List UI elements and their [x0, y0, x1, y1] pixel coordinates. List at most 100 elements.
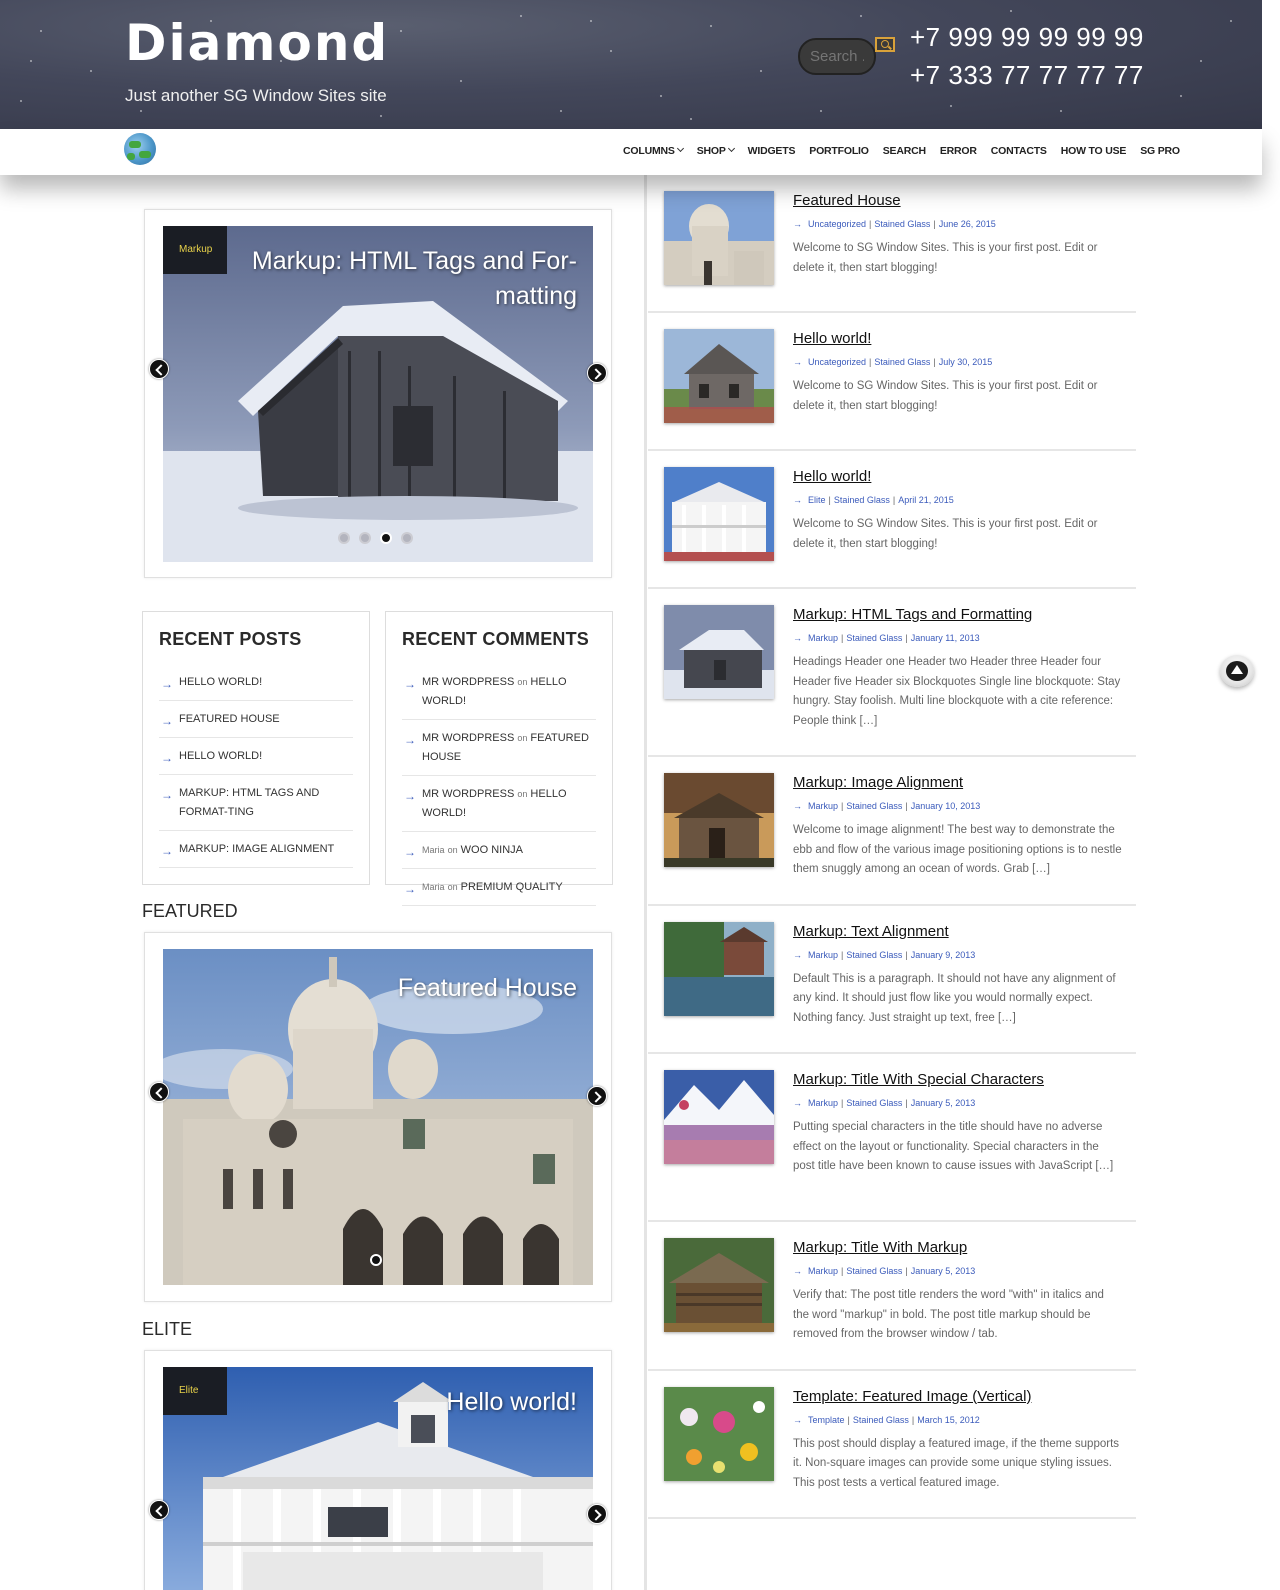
- post-thumbnail[interactable]: [664, 605, 774, 699]
- post-category-link[interactable]: Stained Glass: [846, 1266, 902, 1276]
- search-icon[interactable]: [875, 37, 895, 52]
- post-title-link[interactable]: Template: Featured Image (Vertical): [793, 1388, 1031, 1405]
- slider-prev-arrow-icon[interactable]: [149, 359, 169, 379]
- post-category-link[interactable]: Uncategorized: [808, 219, 866, 229]
- post-category-link[interactable]: Elite: [808, 495, 826, 505]
- recycle-globe-icon[interactable]: [124, 133, 156, 165]
- post-excerpt: Welcome to image alignment! The best way…: [793, 824, 1122, 875]
- slider-dot[interactable]: [380, 532, 392, 544]
- post-thumbnail[interactable]: [664, 921, 774, 1016]
- post-thumbnail[interactable]: [664, 1070, 774, 1164]
- featured-next-arrow-icon[interactable]: [587, 1086, 607, 1106]
- slider-next-arrow-icon[interactable]: [587, 363, 607, 383]
- slide-category-badge[interactable]: Elite: [163, 1367, 227, 1415]
- post-title-link[interactable]: Hello world!: [793, 468, 871, 485]
- slide-image-white-house[interactable]: Elite Hello world!: [163, 1367, 593, 1590]
- post-title-link[interactable]: Markup: Title With Special Characters: [793, 1071, 1044, 1088]
- slide-image-snow-cabin[interactable]: Markup Markup: HTML Tags and For- mattin…: [163, 226, 593, 562]
- slide-image-basilica[interactable]: Featured House: [163, 949, 593, 1285]
- post-date[interactable]: March 15, 2012: [917, 1415, 980, 1425]
- nav-item-contacts[interactable]: CONTACTS: [991, 145, 1047, 157]
- post-thumbnail[interactable]: [664, 191, 774, 285]
- comment-author[interactable]: MR WORDPRESS: [422, 676, 514, 688]
- nav-item-how-to-use[interactable]: HOW TO USE: [1061, 145, 1127, 157]
- recent-post-link[interactable]: HELLO WORLD!: [179, 676, 262, 688]
- slide-title[interactable]: Markup: HTML Tags and For- matting: [252, 244, 577, 314]
- post-title-link[interactable]: Markup: HTML Tags and Formatting: [793, 606, 1032, 623]
- featured-prev-arrow-icon[interactable]: [149, 1082, 169, 1102]
- post-title-link[interactable]: Markup: Image Alignment: [793, 774, 963, 791]
- post-category-link[interactable]: Uncategorized: [808, 357, 866, 367]
- post-date[interactable]: July 30, 2015: [939, 357, 993, 367]
- post-title-link[interactable]: Featured House: [793, 192, 901, 209]
- recent-comment-item: → Maria on WOO NINJA: [402, 832, 596, 869]
- post-category-link[interactable]: Template: [808, 1415, 845, 1425]
- elite-prev-arrow-icon[interactable]: [149, 1500, 169, 1520]
- scroll-to-top-icon[interactable]: [1220, 655, 1254, 687]
- post-title-link[interactable]: Markup: Text Alignment: [793, 923, 949, 940]
- comment-author[interactable]: Maria: [422, 845, 445, 855]
- star-decoration: [1180, 95, 1182, 97]
- comment-post-link[interactable]: WOO NINJA: [461, 844, 523, 856]
- post-category-link[interactable]: Stained Glass: [846, 950, 902, 960]
- recent-post-item[interactable]: → MARKUP: IMAGE ALIGNMENT: [159, 831, 353, 868]
- post-category-link[interactable]: Markup: [808, 1266, 838, 1276]
- slider-dot[interactable]: [338, 532, 350, 544]
- featured-slide-title[interactable]: Featured House: [398, 971, 577, 1006]
- post-date[interactable]: January 5, 2013: [911, 1266, 976, 1276]
- post-date[interactable]: January 9, 2013: [911, 950, 976, 960]
- recent-post-link[interactable]: HELLO WORLD!: [179, 750, 262, 762]
- post-thumbnail[interactable]: [664, 329, 774, 423]
- post-date[interactable]: January 5, 2013: [911, 1098, 976, 1108]
- post-category-link[interactable]: Markup: [808, 633, 838, 643]
- post-category-link[interactable]: Stained Glass: [874, 357, 930, 367]
- slide-category-badge[interactable]: Markup: [163, 226, 227, 274]
- nav-item-search[interactable]: SEARCH: [883, 145, 926, 157]
- post-category-link[interactable]: Stained Glass: [846, 801, 902, 811]
- recent-post-item[interactable]: → HELLO WORLD!: [159, 664, 353, 701]
- post-title-link[interactable]: Markup: Title With Markup: [793, 1239, 967, 1256]
- recent-post-item[interactable]: → FEATURED HOUSE: [159, 701, 353, 738]
- nav-item-columns[interactable]: COLUMNS: [623, 144, 684, 157]
- recent-post-item[interactable]: → MARKUP: HTML TAGS AND FORMAT-TING: [159, 775, 353, 831]
- post-date[interactable]: January 10, 2013: [911, 801, 981, 811]
- post-category-link[interactable]: Stained Glass: [874, 219, 930, 229]
- nav-item-widgets[interactable]: WIDGETS: [748, 145, 796, 157]
- post-category-link[interactable]: Stained Glass: [834, 495, 890, 505]
- recent-post-link[interactable]: MARKUP: HTML TAGS AND FORMAT-TING: [179, 787, 319, 818]
- slider-dot[interactable]: [359, 532, 371, 544]
- elite-slide-title[interactable]: Hello world!: [446, 1385, 577, 1420]
- nav-item-error[interactable]: ERROR: [940, 145, 977, 157]
- search-input[interactable]: [798, 38, 876, 75]
- post-thumbnail[interactable]: [664, 467, 774, 561]
- post-excerpt: Default This is a paragraph. It should n…: [793, 972, 1116, 1024]
- post-category-link[interactable]: Stained Glass: [853, 1415, 909, 1425]
- comment-author[interactable]: MR WORDPRESS: [422, 732, 514, 744]
- post-date[interactable]: April 21, 2015: [898, 495, 954, 505]
- elite-next-arrow-icon[interactable]: [587, 1504, 607, 1524]
- star-decoration: [560, 110, 562, 112]
- comment-author[interactable]: Maria: [422, 882, 445, 892]
- post-category-link[interactable]: Stained Glass: [846, 1098, 902, 1108]
- recent-post-item[interactable]: → HELLO WORLD!: [159, 738, 353, 775]
- post-category-link[interactable]: Markup: [808, 950, 838, 960]
- nav-item-sg-pro[interactable]: SG PRO: [1140, 145, 1180, 157]
- nav-item-shop[interactable]: SHOP: [697, 144, 735, 157]
- post-category-link[interactable]: Stained Glass: [846, 633, 902, 643]
- post-thumbnail[interactable]: [664, 1238, 774, 1332]
- slider-dot[interactable]: [401, 532, 413, 544]
- recent-post-link[interactable]: FEATURED HOUSE: [179, 713, 280, 725]
- nav-item-portfolio[interactable]: PORTFOLIO: [809, 145, 869, 157]
- post-title-link[interactable]: Hello world!: [793, 330, 871, 347]
- featured-slide-dot[interactable]: [370, 1254, 382, 1266]
- comment-post-link[interactable]: PREMIUM QUALITY: [461, 881, 563, 893]
- post-thumbnail[interactable]: [664, 773, 774, 867]
- post-category-link[interactable]: Markup: [808, 801, 838, 811]
- comment-author[interactable]: MR WORDPRESS: [422, 788, 514, 800]
- post-date[interactable]: January 11, 2013: [911, 633, 980, 643]
- post-thumbnail[interactable]: [664, 1386, 774, 1481]
- post-date[interactable]: June 26, 2015: [939, 219, 996, 229]
- post-category-link[interactable]: Markup: [808, 1098, 838, 1108]
- recent-post-link[interactable]: MARKUP: IMAGE ALIGNMENT: [179, 843, 334, 855]
- site-title[interactable]: Diamond: [125, 14, 389, 72]
